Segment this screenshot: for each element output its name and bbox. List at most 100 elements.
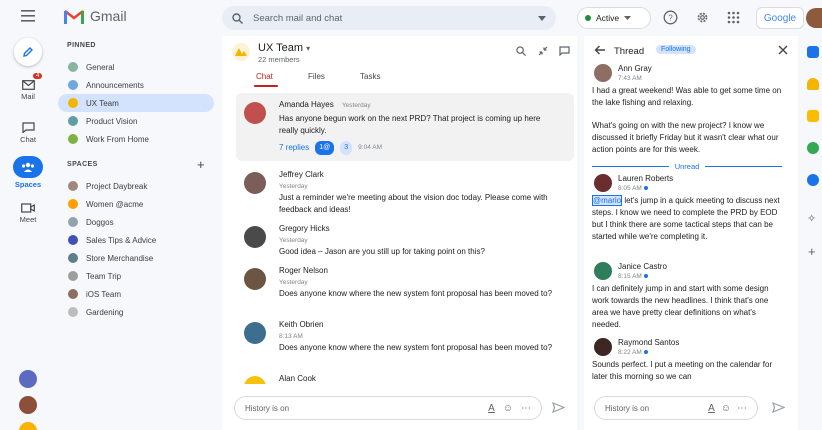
sidebar-item-gardening[interactable]: Gardening (58, 303, 214, 321)
chat-icon (21, 122, 35, 133)
mention-chip[interactable]: @mario (592, 195, 623, 206)
sidebar-item-women-acme[interactable]: Women @acme (58, 195, 214, 213)
apps-button[interactable] (727, 11, 740, 26)
rail-spaces[interactable]: Spaces (0, 156, 56, 189)
thread-message-raymond-santos[interactable]: Raymond Santos 8:22 AM Sounds perfect. I… (592, 338, 792, 384)
avatar[interactable] (19, 422, 37, 430)
status-selector[interactable]: Active (577, 7, 651, 29)
avatar[interactable] (19, 370, 37, 388)
apps-grid-icon (727, 11, 740, 24)
back-button[interactable] (594, 45, 606, 57)
message-text: What's going on with the new project? I … (592, 121, 779, 154)
tasks-icon[interactable] (807, 110, 819, 122)
thread-compose-input[interactable]: History is on (605, 404, 708, 413)
tasks-check-icon[interactable] (807, 174, 819, 186)
room-avatar (232, 43, 250, 61)
text-format-icon[interactable]: A (708, 403, 715, 414)
message-text: I had a great weekend! Was able to get s… (592, 86, 782, 107)
main-menu-button[interactable] (0, 10, 56, 24)
space-icon (68, 116, 78, 126)
unread-badge: 3 (340, 141, 353, 155)
sidebar-item-sales-tips[interactable]: Sales Tips & Advice (58, 231, 214, 249)
gmail-m-icon (64, 9, 84, 24)
thread-compose[interactable]: History is on A ☺ ⋯ (594, 396, 758, 420)
more-options-icon[interactable]: ⋯ (737, 403, 747, 414)
more-options-icon[interactable]: ⋯ (521, 403, 531, 414)
settings-button[interactable] (695, 10, 710, 27)
space-icon (68, 217, 78, 227)
pop-out-button[interactable] (538, 46, 548, 58)
sidebar-item-store-merchandise[interactable]: Store Merchandise (58, 249, 214, 267)
tab-chat[interactable]: Chat (256, 72, 273, 81)
emoji-icon[interactable]: ☺ (503, 403, 513, 414)
close-button[interactable] (778, 45, 788, 57)
rail-meet[interactable]: Meet (0, 203, 56, 224)
rail-mail-label: Mail (21, 92, 35, 101)
sidebar-item-team-trip[interactable]: Team Trip (58, 267, 214, 285)
google-account-button[interactable]: Google (756, 7, 804, 29)
sidebar-item-work-from-home[interactable]: Work From Home (58, 130, 214, 148)
sidebar: PINNED General Announcements UX Team Pro… (56, 36, 218, 430)
thread-view-button[interactable] (559, 46, 570, 58)
message-compose[interactable]: History is on A ☺ ⋯ (234, 396, 542, 420)
arrow-left-icon (594, 45, 605, 55)
ux-team-icon (235, 48, 247, 56)
space-icon (68, 62, 78, 72)
gmail-logo[interactable]: Gmail (64, 8, 127, 24)
mail-badge: 4 (33, 73, 43, 79)
send-button[interactable] (552, 401, 566, 415)
compose-input[interactable]: History is on (245, 404, 488, 413)
search-room-button[interactable] (516, 46, 526, 58)
sender-name: Gregory Hicks (279, 224, 330, 233)
space-icon (68, 134, 78, 144)
chevron-down-icon[interactable]: ▾ (306, 44, 310, 53)
sidebar-item-product-vision[interactable]: Product Vision (58, 112, 214, 130)
search-icon (516, 46, 526, 56)
space-icon (68, 181, 78, 191)
text-format-icon[interactable]: A (488, 403, 495, 414)
help-button[interactable]: ? (663, 10, 678, 27)
message-icon (559, 46, 570, 57)
search-bar[interactable]: Search mail and chat (222, 6, 556, 30)
search-input[interactable]: Search mail and chat (253, 13, 538, 24)
add-space-button[interactable]: + (197, 157, 205, 172)
sidebar-item-doggos[interactable]: Doggos (58, 213, 214, 231)
add-addon-icon[interactable]: + (808, 244, 816, 259)
sidebar-item-label: Announcements (86, 80, 144, 90)
rail-mail[interactable]: Mail 4 (0, 73, 56, 101)
sidebar-item-project-daybreak[interactable]: Project Daybreak (58, 177, 214, 195)
star-icon[interactable]: ✧ (807, 212, 816, 225)
message-text: I can definitely jump in and start with … (592, 284, 769, 329)
sidebar-item-label: Project Daybreak (86, 181, 148, 191)
avatar[interactable] (806, 8, 822, 28)
sidebar-item-ios-team[interactable]: iOS Team (58, 285, 214, 303)
contacts-icon[interactable] (807, 142, 819, 154)
sidebar-item-label: Women @acme (86, 199, 144, 209)
keep-icon[interactable] (807, 78, 819, 90)
sidebar-item-ux-team[interactable]: UX Team (58, 94, 214, 112)
compose-button[interactable] (0, 38, 56, 66)
room-title[interactable]: UX Team ▾ (258, 42, 310, 54)
avatar (594, 262, 612, 280)
caret-down-icon[interactable] (538, 15, 546, 21)
tab-files[interactable]: Files (308, 72, 325, 81)
message-text: Good idea – Jason are you still up for t… (279, 247, 485, 256)
tab-tasks[interactable]: Tasks (360, 72, 380, 81)
replies-link[interactable]: 7 replies (279, 142, 309, 154)
message-time: 7:43 AM (618, 75, 642, 82)
avatar[interactable] (19, 396, 37, 414)
space-icon (68, 235, 78, 245)
app-name: Gmail (90, 8, 127, 24)
sidebar-item-announcements[interactable]: Announcements (58, 76, 214, 94)
people-icon (21, 162, 35, 172)
rail-chat[interactable]: Chat (0, 122, 56, 144)
caret-down-icon (624, 16, 632, 20)
sender-name: Lauren Roberts (618, 174, 674, 183)
calendar-icon[interactable] (807, 46, 819, 58)
emoji-icon[interactable]: ☺ (721, 403, 731, 414)
sidebar-item-label: Doggos (86, 217, 114, 227)
thread-send-button[interactable] (772, 401, 786, 415)
following-badge[interactable]: Following (656, 45, 696, 54)
sidebar-item-general[interactable]: General (58, 58, 214, 76)
message-alan-cook[interactable]: Alan Cook (236, 374, 561, 384)
